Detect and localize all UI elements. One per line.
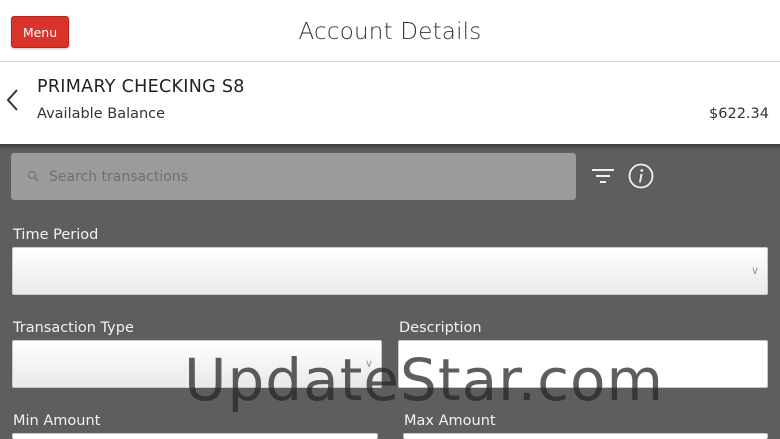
time-period-label: Time Period (13, 227, 99, 243)
transaction-type-label: Transaction Type (13, 320, 134, 336)
page-title: Account Details (298, 19, 482, 45)
search-input[interactable] (49, 153, 569, 200)
top-bar: Menu Account Details (0, 0, 780, 62)
back-chevron-icon[interactable] (6, 88, 20, 112)
description-label: Description (399, 320, 482, 336)
max-amount-field[interactable] (403, 433, 768, 439)
time-period-select[interactable]: ∨ (12, 247, 768, 295)
info-icon[interactable] (628, 163, 654, 189)
filter-icon[interactable] (592, 168, 614, 184)
watermark-text: UpdateStar.com (184, 346, 664, 414)
account-summary: PRIMARY CHECKING S8 Available Balance $6… (0, 62, 780, 144)
max-amount-label: Max Amount (404, 413, 496, 429)
account-name: PRIMARY CHECKING S8 (37, 77, 245, 97)
min-amount-label: Min Amount (13, 413, 101, 429)
balance-value: $622.34 (709, 106, 769, 122)
chevron-down-icon: ∨ (750, 264, 759, 277)
search-icon (27, 170, 39, 182)
min-amount-field[interactable] (12, 433, 378, 439)
balance-label: Available Balance (37, 106, 166, 122)
search-bar[interactable] (11, 153, 576, 200)
divider-shadow (0, 144, 780, 150)
